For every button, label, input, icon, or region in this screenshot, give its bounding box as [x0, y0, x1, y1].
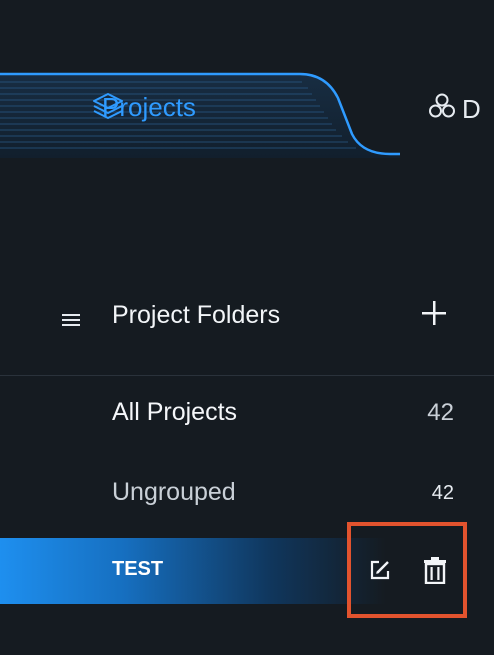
edit-icon	[368, 558, 392, 587]
folder-item-label: All Projects	[112, 398, 238, 426]
plus-icon	[421, 300, 447, 331]
folder-item-label: TEST	[112, 558, 164, 580]
highlight-annotation	[347, 522, 467, 618]
top-tab-bar: Projects D	[0, 0, 494, 200]
folders-title: Project Folders	[112, 301, 281, 329]
folder-item-ungrouped[interactable]: Ungrouped 42	[0, 466, 494, 524]
tab-projects-frame	[0, 72, 400, 158]
tab-next-label: D	[462, 94, 481, 124]
add-folder-button[interactable]	[414, 295, 454, 335]
folders-header: Project Folders	[0, 285, 494, 376]
edit-folder-button[interactable]	[366, 557, 394, 587]
folder-item-label: Ungrouped	[112, 478, 236, 506]
tab-projects[interactable]: Projects	[0, 68, 400, 158]
clusters-icon	[428, 92, 456, 127]
folder-item-all-projects[interactable]: All Projects 42	[0, 386, 494, 444]
menu-icon[interactable]	[62, 312, 80, 333]
trash-icon	[423, 556, 447, 589]
delete-folder-button[interactable]	[421, 556, 449, 589]
folder-item-count: 42	[427, 399, 454, 426]
tab-next[interactable]: D	[428, 92, 482, 127]
folder-item-count: 42	[431, 482, 454, 504]
